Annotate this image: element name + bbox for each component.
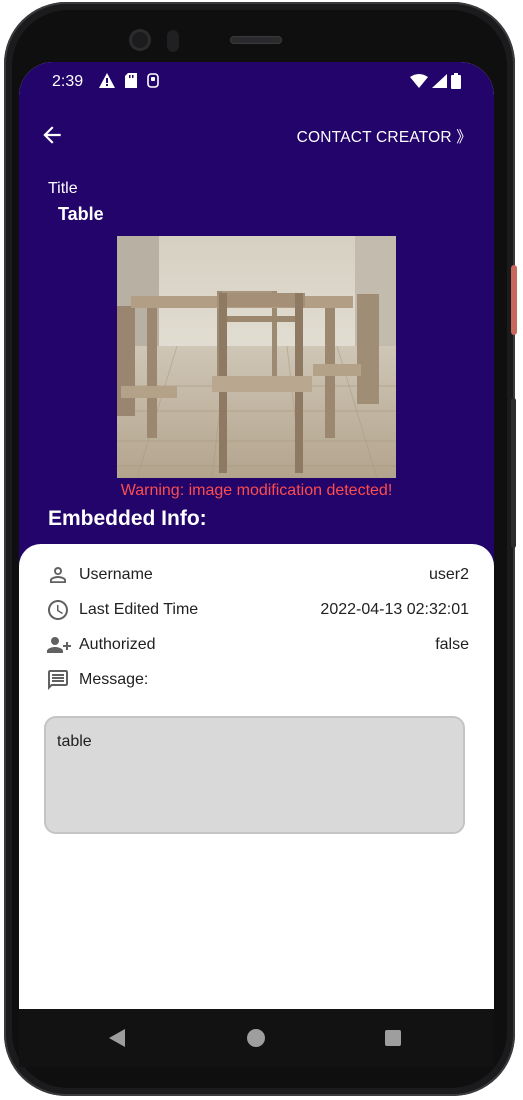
authorized-value: false xyxy=(435,636,469,653)
nav-back-icon[interactable] xyxy=(109,1029,127,1047)
wifi-icon xyxy=(410,74,428,88)
front-camera xyxy=(129,29,151,51)
message-row: Message: xyxy=(45,665,469,695)
screen: 2:39 CONTACT CREATOR 》 Title Table Warni… xyxy=(19,62,494,1062)
navigation-bar xyxy=(19,1009,494,1067)
notification-icons xyxy=(99,73,159,88)
sd-card-icon xyxy=(125,73,137,88)
volume-button[interactable] xyxy=(511,398,516,548)
app-bar: CONTACT CREATOR 》 xyxy=(19,112,494,156)
title-value: Table xyxy=(58,204,104,224)
info-card: Username user2 Last Edited Time 2022-04-… xyxy=(19,544,494,1062)
battery-icon xyxy=(451,73,461,89)
contact-creator-button[interactable]: CONTACT CREATOR 》 xyxy=(297,125,472,147)
last-edited-label: Last Edited Time xyxy=(79,601,199,618)
sim-icon xyxy=(147,73,159,88)
modification-warning: Warning: image modification detected! xyxy=(120,482,393,499)
username-row: Username user2 xyxy=(45,560,469,590)
person-icon xyxy=(45,562,71,588)
embedded-info-heading: Embedded Info: xyxy=(48,507,207,530)
status-bar: 2:39 xyxy=(19,62,494,102)
power-button[interactable] xyxy=(511,265,517,335)
person-add-icon xyxy=(45,632,71,658)
warning-icon xyxy=(99,73,115,88)
authorized-row: Authorized false xyxy=(45,630,469,660)
last-edited-row: Last Edited Time 2022-04-13 02:32:01 xyxy=(45,595,469,625)
nav-home-icon[interactable] xyxy=(247,1029,265,1047)
username-value: user2 xyxy=(428,566,469,583)
message-field[interactable]: table xyxy=(44,716,465,834)
last-edited-value: 2022-04-13 02:32:01 xyxy=(320,601,469,618)
authorized-label: Authorized xyxy=(79,636,156,653)
earpiece-speaker xyxy=(230,36,282,44)
username-label: Username xyxy=(79,566,153,583)
proximity-sensor xyxy=(167,30,179,52)
nav-recents-icon[interactable] xyxy=(385,1030,401,1046)
back-arrow-icon[interactable] xyxy=(39,122,65,148)
artwork-image xyxy=(117,236,396,478)
system-icons xyxy=(410,73,461,89)
status-time: 2:39 xyxy=(52,73,84,90)
message-icon xyxy=(45,667,71,693)
message-label: Message: xyxy=(79,671,149,688)
title-label: Title xyxy=(48,180,78,197)
clock-icon xyxy=(45,597,71,623)
signal-icon xyxy=(432,74,447,88)
